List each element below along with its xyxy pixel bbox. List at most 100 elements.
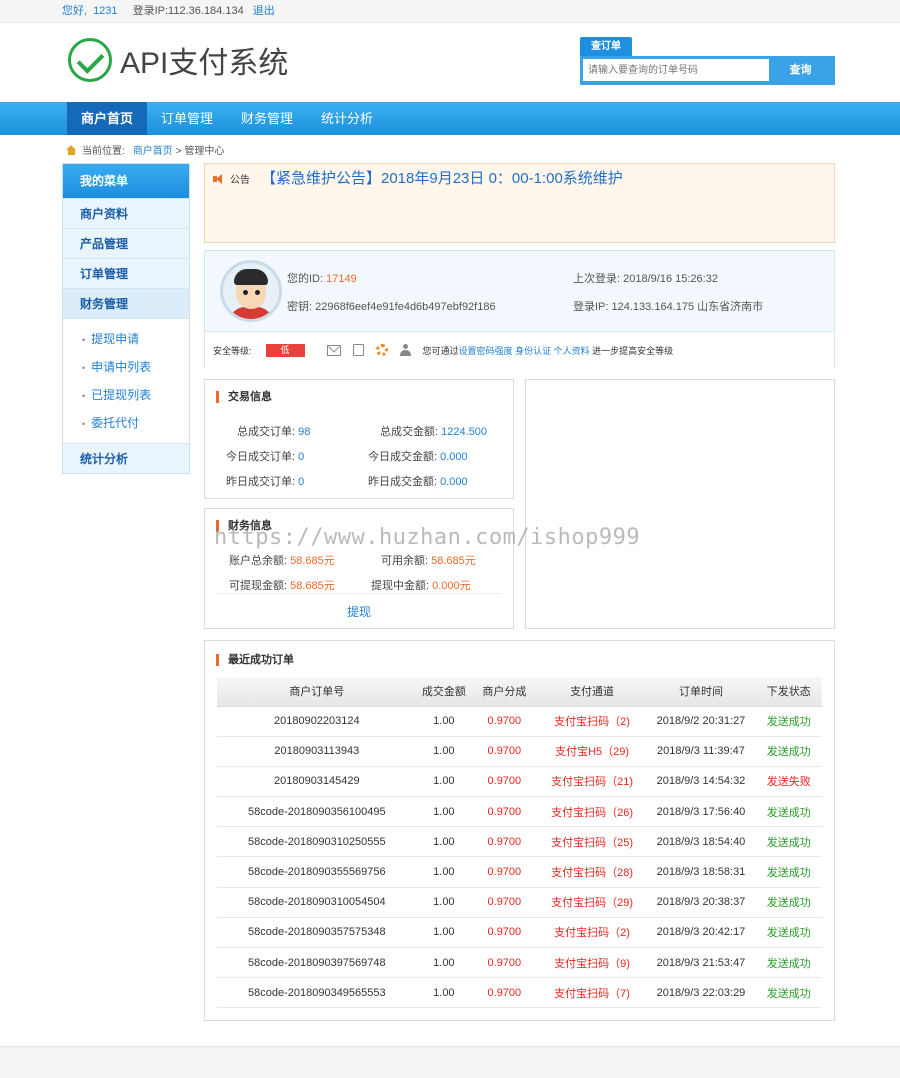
share-cell: 0.9700	[471, 977, 538, 1009]
channel-cell: 支付宝扫码（28)	[537, 856, 647, 888]
amount-cell: 1.00	[416, 736, 472, 767]
logo[interactable]: API支付系统	[68, 38, 288, 82]
amount-cell: 1.00	[416, 766, 472, 798]
user-id-value: 17149	[326, 273, 357, 285]
sidebar: 我的菜单 商户资料 产品管理 订单管理 财务管理 提现申请 申请中列表 已提现列…	[62, 163, 190, 474]
order-no-cell: 20180902203124	[217, 706, 417, 737]
username: 1231	[93, 5, 118, 17]
status-cell: 发送成功	[755, 887, 822, 918]
gear-icon[interactable]	[375, 344, 388, 356]
channel-cell: 支付宝扫码（29)	[537, 887, 647, 918]
share-cell: 0.9700	[471, 826, 538, 858]
table-row: 20180902203124 1.00 0.9700 支付宝扫码（2) 2018/9/2…	[217, 706, 822, 737]
identity-auth-link[interactable]: 身份认证	[515, 344, 551, 357]
security-level-badge: 低	[265, 343, 305, 357]
search-body: 查询	[580, 56, 835, 85]
finance-info-panel: 财务信息 账户总余额: 58.685元 可用余额: 58.685元 可提现金额:…	[204, 508, 514, 629]
user-panel: 您的ID: 17149 密钥: 22968f6eef4e91fe4d6b497e…	[204, 250, 835, 368]
security-tip-prefix: 您可通过	[422, 345, 459, 356]
order-no-cell: 58code-2018090349565553	[217, 977, 417, 1009]
channel-cell: 支付宝扫码（7)	[537, 977, 647, 1009]
today-amount: 今日成交金额: 0.000	[368, 451, 468, 463]
pending-withdraw-amount: 提现中金额: 0.000元	[371, 580, 471, 592]
top-bar: 您好, 1231 登录IP:112.36.184.134 退出	[0, 0, 900, 23]
breadcrumb-current: > 管理中心	[175, 146, 225, 157]
channel-cell: 支付宝扫码（25)	[537, 826, 647, 858]
table-row: 58code-2018090397569748 1.00 0.9700 支付宝扫码（9…	[217, 947, 822, 979]
main-nav: 商户首页 订单管理 财务管理 统计分析	[0, 102, 900, 135]
user-login-ip-value: 124.133.164.175 山东省济南市	[611, 301, 764, 313]
sidebar-item-finance[interactable]: 财务管理	[63, 288, 189, 318]
table-row: 58code-2018090349565553 1.00 0.9700 支付宝扫码（7…	[217, 977, 822, 1009]
share-cell: 0.9700	[471, 766, 538, 798]
home-icon	[66, 144, 77, 155]
amount-cell: 1.00	[416, 826, 472, 858]
time-cell: 2018/9/3 21:53:47	[646, 947, 756, 979]
user-login-ip: 登录IP: 124.133.164.175 山东省济南市	[573, 301, 764, 313]
sidebar-item-orders[interactable]: 订单管理	[63, 258, 189, 288]
time-cell: 2018/9/2 20:31:27	[646, 706, 756, 737]
breadcrumb-home-link[interactable]: 商户首页	[133, 142, 173, 157]
amount-cell: 1.00	[416, 977, 472, 1009]
sidebar-sub-withdrawn-list[interactable]: 已提现列表	[63, 381, 189, 409]
time-cell: 2018/9/3 20:38:37	[646, 887, 756, 918]
status-cell: 发送成功	[755, 736, 822, 767]
withdrawable-amount: 可提现金额: 58.685元	[229, 580, 335, 592]
avatar	[220, 260, 282, 322]
today-orders: 今日成交订单: 0	[226, 451, 305, 463]
nav-finance[interactable]: 财务管理	[227, 102, 307, 135]
footer	[0, 1046, 900, 1078]
status-cell: 发送成功	[755, 706, 822, 737]
order-no-cell: 58code-2018090357575348	[217, 917, 417, 949]
last-login-value: 2018/9/16 15:26:32	[623, 273, 718, 285]
user-id: 您的ID: 17149	[287, 273, 357, 285]
orders-table-header: 商户订单号 成交金额 商户分成 支付通道 订单时间 下发状态	[217, 677, 822, 707]
order-no-cell: 20180903145429	[217, 766, 417, 798]
nav-orders[interactable]: 订单管理	[147, 102, 227, 135]
order-no-cell: 58code-2018090310054504	[217, 887, 417, 918]
sidebar-item-merchant-info[interactable]: 商户资料	[63, 198, 189, 228]
person-icon[interactable]	[399, 344, 411, 356]
sidebar-sub-withdraw-apply[interactable]: 提现申请	[63, 325, 189, 353]
orders-table: 商户订单号 成交金额 商户分成 支付通道 订单时间 下发状态 201809022…	[217, 677, 822, 1009]
sidebar-sub-pending-list[interactable]: 申请中列表	[63, 353, 189, 381]
col-send-status: 下发状态	[755, 677, 822, 707]
sidebar-sub-entrusted-payment[interactable]: 委托代付	[63, 409, 189, 437]
time-cell: 2018/9/3 14:54:32	[646, 766, 756, 798]
channel-cell: 支付宝扫码（9)	[537, 947, 647, 979]
search-button[interactable]: 查询	[769, 59, 832, 82]
security-tip-suffix: 进一步提高安全等级	[592, 345, 674, 356]
mail-icon[interactable]	[326, 344, 341, 356]
nav-merchant-home[interactable]: 商户首页	[67, 102, 147, 135]
channel-cell: 支付宝扫码（2)	[537, 917, 647, 949]
amount-cell: 1.00	[416, 947, 472, 979]
time-cell: 2018/9/3 11:39:47	[646, 736, 756, 767]
yesterday-amount: 昨日成交金额: 0.000	[368, 476, 468, 488]
logout-link[interactable]: 退出	[253, 5, 275, 17]
header: API支付系统 查订单 查询	[0, 23, 900, 102]
time-cell: 2018/9/3 17:56:40	[646, 796, 756, 828]
set-password-link[interactable]: 设置密码强度	[459, 344, 513, 357]
table-row: 58code-2018090357575348 1.00 0.9700 支付宝扫码（2…	[217, 917, 822, 949]
notice-title[interactable]: 【紧急维护公告】2018年9月23日 0：00-1:00系统维护	[261, 167, 623, 188]
share-cell: 0.9700	[471, 917, 538, 949]
order-search-input[interactable]	[583, 59, 769, 81]
phone-icon[interactable]	[352, 344, 364, 356]
finance-divider	[216, 593, 502, 594]
nav-statistics[interactable]: 统计分析	[307, 102, 387, 135]
profile-link[interactable]: 个人资料	[554, 344, 590, 357]
sidebar-item-products[interactable]: 产品管理	[63, 228, 189, 258]
chart-placeholder-panel	[525, 379, 835, 629]
breadcrumb: 当前位置: 商户首页 > 管理中心	[66, 142, 224, 157]
share-cell: 0.9700	[471, 856, 538, 888]
sidebar-item-statistics[interactable]: 统计分析	[63, 443, 189, 473]
user-key: 密钥: 22968f6eef4e91fe4d6b497ebf92f186	[287, 301, 496, 313]
withdraw-link[interactable]: 提现	[205, 603, 513, 620]
available-balance: 可用余额: 58.685元	[381, 555, 476, 567]
notice-label: 公告	[213, 171, 250, 186]
search-tab[interactable]: 查订单	[580, 37, 632, 57]
time-cell: 2018/9/3 18:54:40	[646, 826, 756, 858]
status-cell: 发送成功	[755, 947, 822, 979]
trade-info-title: 交易信息	[216, 391, 272, 403]
share-cell: 0.9700	[471, 706, 538, 737]
